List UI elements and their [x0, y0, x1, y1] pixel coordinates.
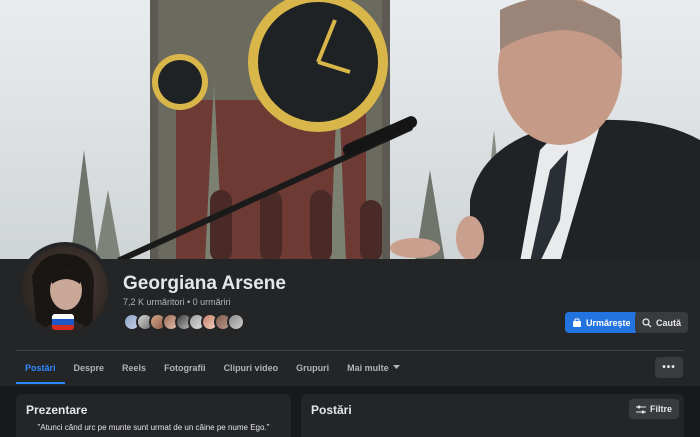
search-icon [642, 317, 652, 327]
tab-label: Grupuri [296, 362, 330, 373]
tab-label: Despre [73, 362, 105, 373]
tab-photos[interactable]: Fotografii [155, 351, 215, 384]
tab-label: Reels [122, 362, 147, 373]
tab-posts[interactable]: Postări [16, 351, 65, 384]
tab-label: Clipuri video [223, 362, 279, 373]
follow-label: Urmărește [586, 317, 631, 328]
caret-down-icon [392, 365, 400, 369]
tab-groups[interactable]: Grupuri [287, 351, 338, 384]
intro-card: Prezentare "Atunci când urc pe munte sun… [16, 394, 291, 437]
more-options-button[interactable]: ••• [655, 357, 683, 378]
intro-bio: "Atunci când urc pe munte sunt urmat de … [37, 423, 270, 432]
follower-avatar[interactable] [227, 313, 245, 331]
profile-name: Georgiana Arsene [123, 273, 286, 294]
profile-stats[interactable]: 7,2 K urmăritori • 0 urmăriri [123, 297, 231, 307]
tab-label: Mai multe [347, 362, 389, 373]
search-label: Caută [656, 317, 682, 328]
tab-about[interactable]: Despre [65, 351, 114, 384]
follower-avatars[interactable] [123, 313, 245, 333]
profile-page: Georgiana Arsene 7,2 K urmăritori • 0 ur… [0, 0, 700, 437]
tab-reels[interactable]: Reels [113, 351, 155, 384]
posts-title: Postări [311, 403, 352, 417]
tab-more[interactable]: Mai multe [338, 351, 409, 384]
posts-card: Postări Filtre [301, 394, 684, 437]
profile-tabs: Postări Despre Reels Fotografii Clipuri … [16, 351, 409, 384]
search-button[interactable]: Caută [635, 312, 689, 333]
filter-label: Filtre [650, 404, 673, 414]
messenger-follow-icon [573, 318, 581, 327]
sliders-icon [636, 405, 646, 413]
tab-label: Postări [25, 362, 56, 373]
cover-photo[interactable] [0, 0, 700, 262]
tab-videos[interactable]: Clipuri video [215, 351, 288, 384]
cover-illustration [70, 0, 700, 262]
tab-label: Fotografii [164, 362, 206, 373]
russian-flag-icon [52, 314, 74, 330]
follow-button[interactable]: Urmărește [565, 312, 638, 333]
intro-title: Prezentare [26, 403, 88, 417]
filter-button[interactable]: Filtre [629, 399, 680, 419]
